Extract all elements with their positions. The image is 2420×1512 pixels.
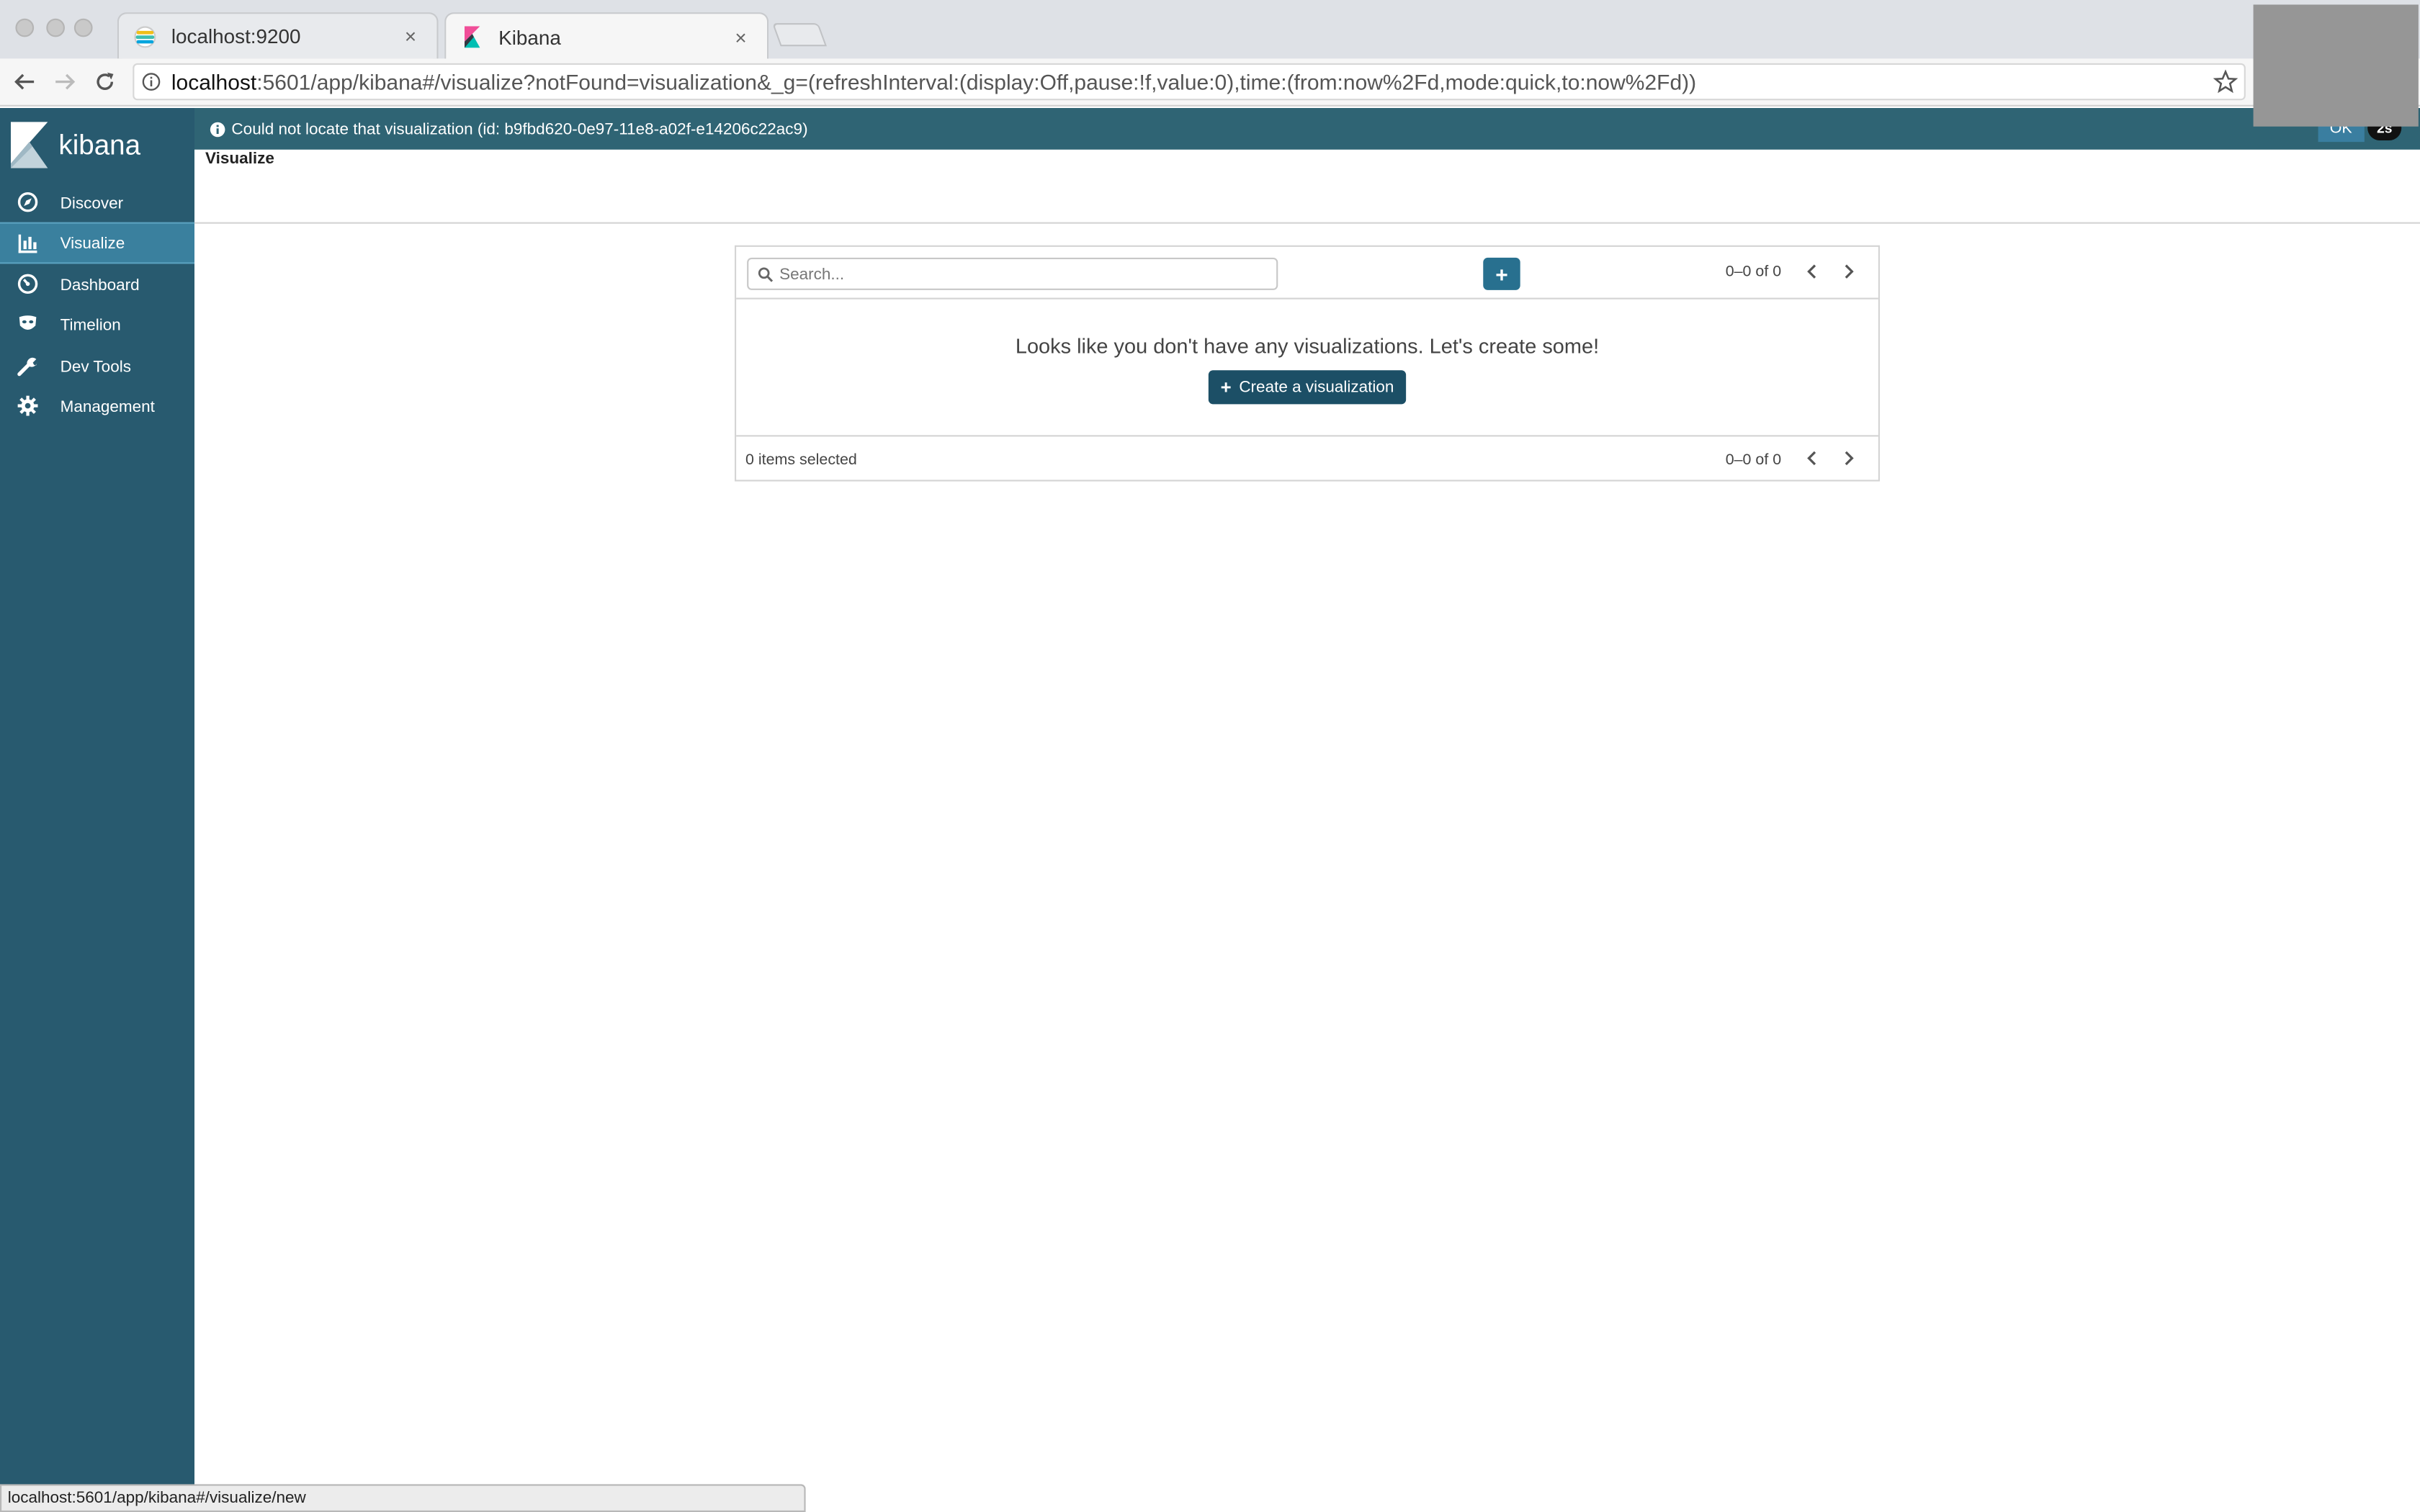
browser-tab-strip: localhost:9200 × Kibana ×: [0, 0, 2420, 60]
address-bar[interactable]: localhost:5601/app/kibana#/visualize?not…: [133, 63, 2246, 101]
sidebar-item-label: Dev Tools: [60, 357, 131, 376]
empty-state-message: Looks like you don't have any visualizat…: [1015, 335, 1600, 359]
sidebar-item-label: Timelion: [60, 315, 121, 334]
window-minimize-button[interactable]: [46, 18, 65, 37]
sidebar-item-label: Management: [60, 397, 155, 416]
search-icon: [758, 266, 774, 282]
browser-status-bar: localhost:5601/app/kibana#/visualize/new: [0, 1484, 806, 1512]
tab-close-icon[interactable]: ×: [730, 25, 752, 48]
reload-icon: [97, 72, 114, 90]
browser-tab-elasticsearch[interactable]: localhost:9200 ×: [117, 12, 439, 59]
logo-text: kibana: [58, 130, 141, 161]
visualization-list-panel: + 0–0 of 0 Looks like you don't have any…: [734, 245, 1880, 482]
sidebar-item-label: Dashboard: [60, 275, 140, 294]
browser-tab-kibana[interactable]: Kibana ×: [444, 12, 769, 60]
bar-chart-icon: [18, 234, 37, 253]
pager-count-bottom: 0–0 of 0: [1725, 451, 1782, 469]
url-host: localhost: [171, 69, 257, 94]
sidebar-item-discover[interactable]: Discover: [0, 182, 194, 224]
window-close-button[interactable]: [15, 18, 35, 37]
sidebar-item-label: Discover: [60, 193, 124, 212]
tab-close-icon[interactable]: ×: [400, 24, 421, 48]
gear-icon: [17, 395, 38, 416]
sidebar-item-dev-tools[interactable]: Dev Tools: [0, 346, 194, 387]
pager-prev-button-bottom[interactable]: [1801, 447, 1823, 469]
tab-title: localhost:9200: [171, 24, 301, 48]
chevron-right-icon: [1845, 264, 1854, 279]
browser-toolbar: localhost:5601/app/kibana#/visualize?not…: [0, 58, 2420, 107]
search-input[interactable]: [779, 264, 1242, 284]
plus-icon: +: [1220, 376, 1232, 398]
chevron-right-icon: [1845, 451, 1854, 466]
window-zoom-button[interactable]: [73, 18, 93, 37]
forward-button[interactable]: [50, 66, 81, 97]
url-path: :5601/app/kibana#/visualize?notFound=vis…: [256, 69, 1697, 94]
dashboard-gauge-icon: [17, 274, 38, 294]
kibana-logo[interactable]: kibana: [0, 108, 194, 177]
pager-prev-button-top[interactable]: [1801, 261, 1823, 282]
page-title: Visualize: [205, 149, 274, 168]
sidebar-item-visualize[interactable]: Visualize: [0, 222, 194, 264]
notification-message: Could not locate that visualization (id:…: [231, 120, 808, 138]
screen: localhost:9200 × Kibana × localhost:560…: [0, 0, 2420, 1512]
compass-icon: [17, 192, 38, 212]
pager-next-button-bottom[interactable]: [1838, 447, 1860, 469]
pager-count-top: 0–0 of 0: [1725, 264, 1782, 281]
back-button[interactable]: [9, 66, 40, 97]
info-icon: [210, 121, 225, 137]
elasticsearch-favicon-icon: [134, 25, 156, 48]
chevron-left-icon: [1807, 451, 1816, 466]
breadcrumb: Visualize: [194, 149, 2420, 224]
kibana-sidebar: kibana Discover Visualize Dashboard Time…: [0, 108, 194, 1512]
kibana-favicon-icon: [465, 26, 480, 48]
sidebar-item-dashboard[interactable]: Dashboard: [0, 264, 194, 305]
list-footer: 0 items selected 0–0 of 0: [736, 435, 1878, 481]
pager-next-button-top[interactable]: [1838, 261, 1860, 282]
arrow-right-icon: [55, 73, 76, 90]
sidebar-item-management[interactable]: Management: [0, 386, 194, 428]
notification-bar: Could not locate that visualization (id:…: [194, 108, 2420, 150]
sidebar-item-timelion[interactable]: Timelion: [0, 304, 194, 346]
list-toolbar: + 0–0 of 0: [736, 247, 1878, 300]
new-tab-button[interactable]: [772, 23, 827, 47]
search-field[interactable]: [747, 257, 1278, 290]
reload-button[interactable]: [89, 66, 120, 97]
arrow-left-icon: [14, 73, 35, 90]
selected-count: 0 items selected: [745, 451, 857, 469]
create-visualization-label: Create a visualization: [1239, 378, 1394, 397]
tab-title: Kibana: [498, 25, 561, 49]
add-visualization-button[interactable]: +: [1483, 257, 1520, 290]
sidebar-item-label: Visualize: [60, 233, 125, 253]
overlay-placeholder: [2253, 4, 2419, 127]
chevron-left-icon: [1807, 264, 1816, 279]
info-circle-icon[interactable]: [142, 73, 161, 91]
kibana-logo-icon: [11, 122, 48, 168]
timelion-mask-icon: [19, 315, 37, 330]
create-visualization-button[interactable]: + Create a visualization: [1208, 370, 1407, 405]
wrench-icon: [17, 357, 37, 377]
bookmark-star-icon[interactable]: [2213, 69, 2238, 94]
